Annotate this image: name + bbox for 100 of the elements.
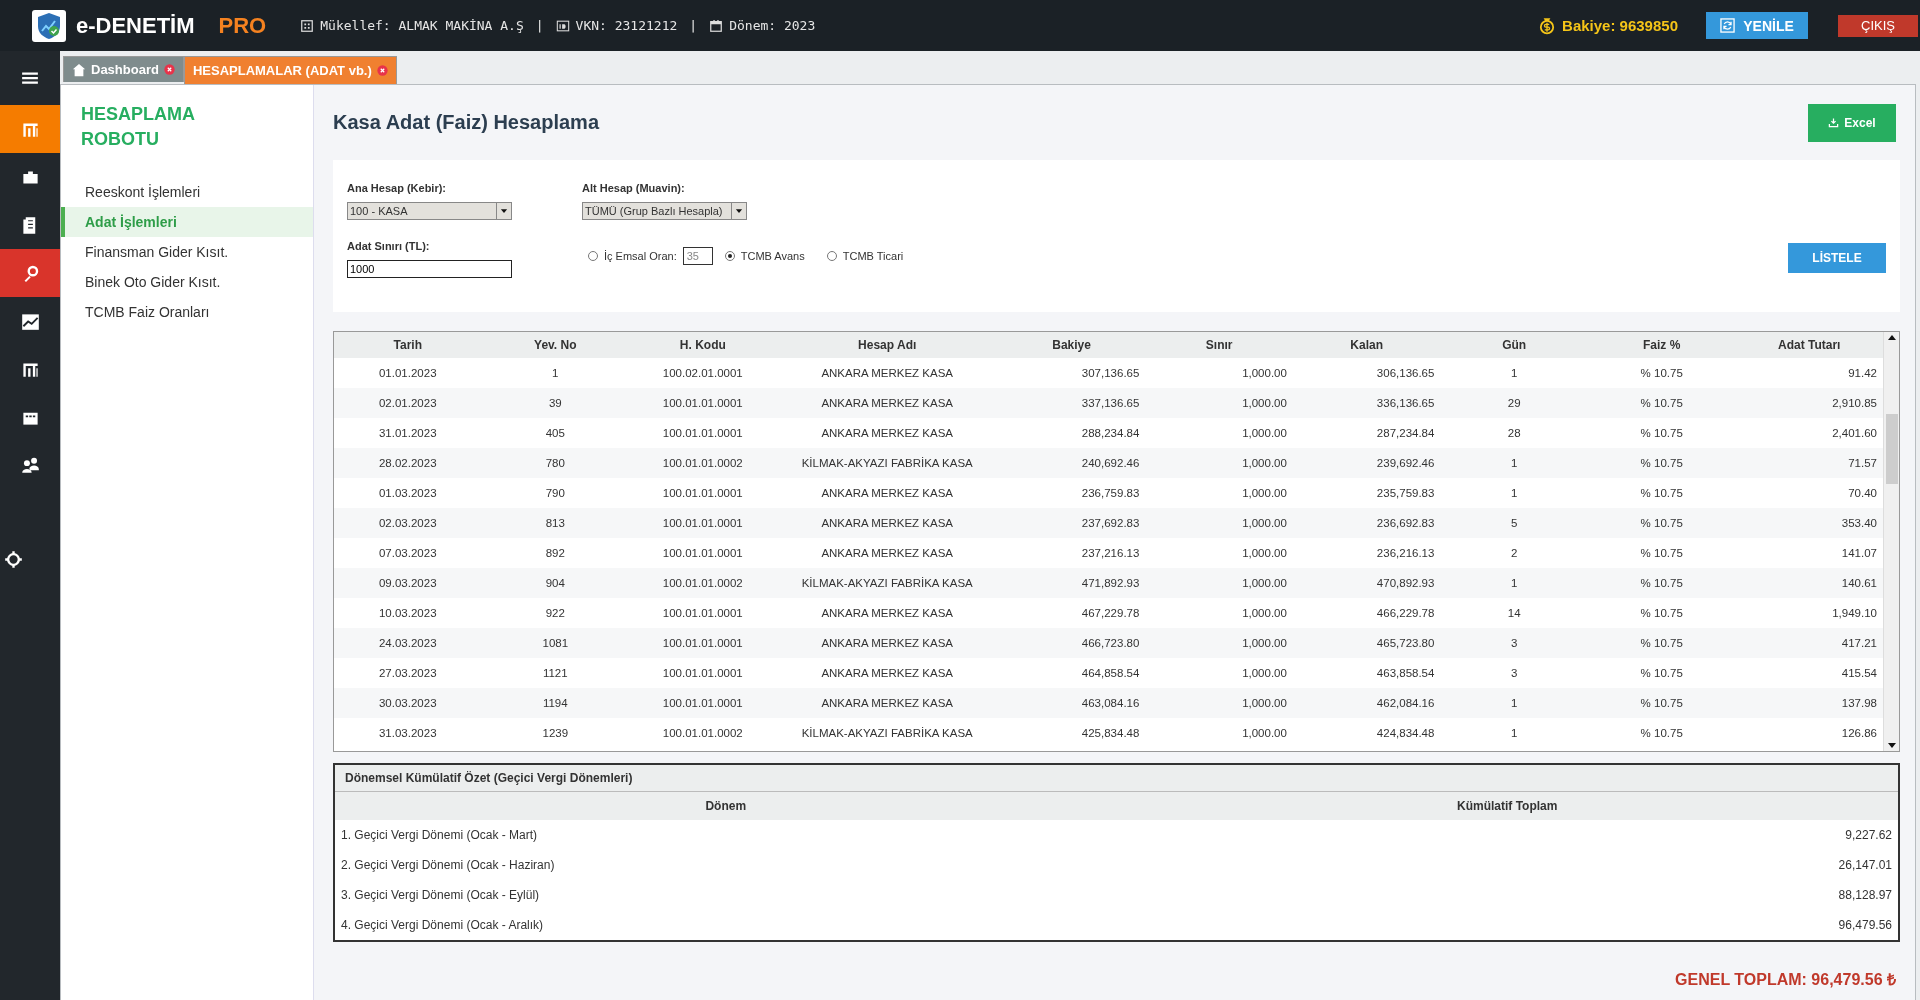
- table-cell-text: 30.03.2023: [377, 697, 438, 709]
- field-label: Ana Hesap (Kebir):: [347, 182, 448, 194]
- summary-title: Dönemsel Kümülatif Özet (Geçici Vergi Dönemleri): [335, 765, 1898, 792]
- table-cell-text: 1,000.00: [1241, 697, 1288, 709]
- table-cell-text: 1,000.00: [1241, 397, 1288, 409]
- column-header: Faiz %: [1642, 338, 1682, 352]
- radio-button[interactable]: [826, 251, 837, 261]
- menu-item[interactable]: Binek Oto Gider Kısıt.: [61, 267, 313, 297]
- table-cell-text: 100.01.01.0001: [661, 487, 744, 499]
- table-cell-text: 4. Geçici Vergi Dönemi (Ocak - Aralık): [340, 918, 545, 932]
- table-cell-text: ANKARA MERKEZ KASA: [820, 547, 955, 559]
- table-cell-text: 467,229.78: [1080, 607, 1141, 619]
- table-cell-text: % 10.75: [1639, 487, 1684, 499]
- table-cell-text: % 10.75: [1639, 607, 1684, 619]
- menu-icon[interactable]: [21, 69, 39, 87]
- table-cell-text: 1,949.10: [1831, 607, 1878, 619]
- account-dropdown[interactable]: 100 - KASA: [347, 202, 512, 220]
- list-button[interactable]: LİSTELE: [1788, 243, 1886, 273]
- column-header: Dönem: [704, 799, 748, 813]
- table-cell-text: 1,000.00: [1241, 547, 1288, 559]
- table-cell-text: 1,000.00: [1241, 607, 1288, 619]
- table-cell-text: 425,834.48: [1080, 727, 1141, 739]
- table-cell-text: % 10.75: [1639, 397, 1684, 409]
- table-cell-text: 100.01.01.0001: [661, 517, 744, 529]
- table-cell-text: % 10.75: [1639, 427, 1684, 439]
- close-icon[interactable]: [376, 65, 388, 76]
- field-label: Alt Hesap (Muavin):: [582, 182, 686, 194]
- radio-label: İç Emsal Oran:: [604, 250, 677, 262]
- table-cell-text: ANKARA MERKEZ KASA: [820, 637, 955, 649]
- menu-item[interactable]: Reeskont İşlemleri: [61, 177, 313, 207]
- scrollbar[interactable]: [1883, 332, 1899, 751]
- app-name: e-DENETİM: [76, 12, 195, 39]
- radio-label: TCMB Ticari: [842, 250, 904, 262]
- table-cell-text: 466,723.80: [1080, 637, 1141, 649]
- table-cell-text: 70.40: [1847, 487, 1878, 499]
- header-info-text: Dönem: 2023: [729, 18, 816, 33]
- table-cell-text: 02.01.2023: [377, 397, 438, 409]
- refresh-button[interactable]: YENİLE: [1706, 12, 1808, 39]
- table-cell-text: 288,234.84: [1080, 427, 1141, 439]
- radio-button[interactable]: [724, 251, 735, 261]
- table-cell-text: 237,692.83: [1080, 517, 1141, 529]
- settings-icon: [4, 549, 23, 569]
- table-cell-text: 5: [1509, 517, 1519, 529]
- table-cell-text: 100.01.01.0002: [661, 577, 744, 589]
- table-cell-text: 39: [547, 397, 563, 409]
- menu-item[interactable]: Finansman Gider Kısıt.: [61, 237, 313, 267]
- table-cell-text: 07.03.2023: [377, 547, 438, 559]
- table-cell-text: 1081: [541, 637, 570, 649]
- table-cell-text: % 10.75: [1639, 457, 1684, 469]
- table-cell-text: % 10.75: [1639, 727, 1684, 739]
- tab[interactable]: Dashboard: [63, 56, 184, 82]
- table-cell-text: 01.03.2023: [377, 487, 438, 499]
- table-cell-text: 100.02.01.0001: [661, 367, 744, 379]
- table-cell-text: ANKARA MERKEZ KASA: [820, 367, 955, 379]
- excel-button[interactable]: Excel: [1808, 103, 1896, 142]
- limit-input[interactable]: 1000: [347, 260, 512, 278]
- users-icon: [20, 455, 40, 475]
- table-cell-text: 71.57: [1847, 457, 1878, 469]
- table-cell-text: 1,000.00: [1241, 367, 1288, 379]
- table-cell-text: % 10.75: [1639, 697, 1684, 709]
- column-header: H. Kodu: [678, 338, 727, 352]
- table-cell-text: ANKARA MERKEZ KASA: [820, 487, 955, 499]
- table-cell-text: 1: [1509, 727, 1519, 739]
- column-header: Tarih: [392, 338, 423, 352]
- table-cell-text: 464,858.54: [1080, 667, 1141, 679]
- radio-label: TCMB Avans: [740, 250, 805, 262]
- line-chart-icon: [20, 311, 40, 331]
- page-title: Kasa Adat (Faiz) Hesaplama: [333, 111, 599, 134]
- table-cell-text: % 10.75: [1639, 547, 1684, 559]
- column-header: Gün: [1501, 338, 1528, 352]
- table-cell-text: 466,229.78: [1375, 607, 1436, 619]
- table-cell-text: 1,000.00: [1241, 427, 1288, 439]
- menu-item[interactable]: TCMB Faiz Oranları: [61, 297, 313, 327]
- scrollbar-thumb[interactable]: [1885, 414, 1898, 484]
- field-label: Adat Sınırı (TL):: [347, 240, 431, 252]
- table-cell-text: 463,084.16: [1080, 697, 1141, 709]
- column-header: Bakiye: [1051, 338, 1092, 352]
- table-cell-text: 137.98: [1840, 697, 1878, 709]
- table-cell-text: ANKARA MERKEZ KASA: [820, 607, 955, 619]
- table-cell-text: 100.01.01.0001: [661, 667, 744, 679]
- logout-button[interactable]: ÇIKIŞ: [1838, 14, 1918, 37]
- table-cell-text: 424,834.48: [1375, 727, 1436, 739]
- table-cell-text: 31.01.2023: [377, 427, 438, 439]
- table-cell-text: 3: [1509, 637, 1519, 649]
- close-icon[interactable]: [163, 64, 175, 75]
- table-cell-text: 922: [544, 607, 566, 619]
- table-cell-text: 29: [1506, 397, 1522, 409]
- column-header: Hesap Adı: [857, 338, 918, 352]
- table-cell-text: % 10.75: [1639, 637, 1684, 649]
- column-header: Adat Tutarı: [1777, 338, 1842, 352]
- table-cell-text: 1,000.00: [1241, 667, 1288, 679]
- radio-button[interactable]: [588, 251, 598, 261]
- table-cell-text: 462,084.16: [1375, 697, 1436, 709]
- menu-item[interactable]: Adat İşlemleri: [61, 207, 313, 237]
- table-cell-text: 140.61: [1840, 577, 1878, 589]
- table-cell-text: 463,858.54: [1375, 667, 1436, 679]
- column-header: Kümülatif Toplam: [1456, 799, 1559, 813]
- account-dropdown[interactable]: TÜMÜ (Grup Bazlı Hesapla): [582, 202, 747, 220]
- table-cell-text: 1: [1509, 457, 1519, 469]
- table-cell-text: 1: [1509, 487, 1519, 499]
